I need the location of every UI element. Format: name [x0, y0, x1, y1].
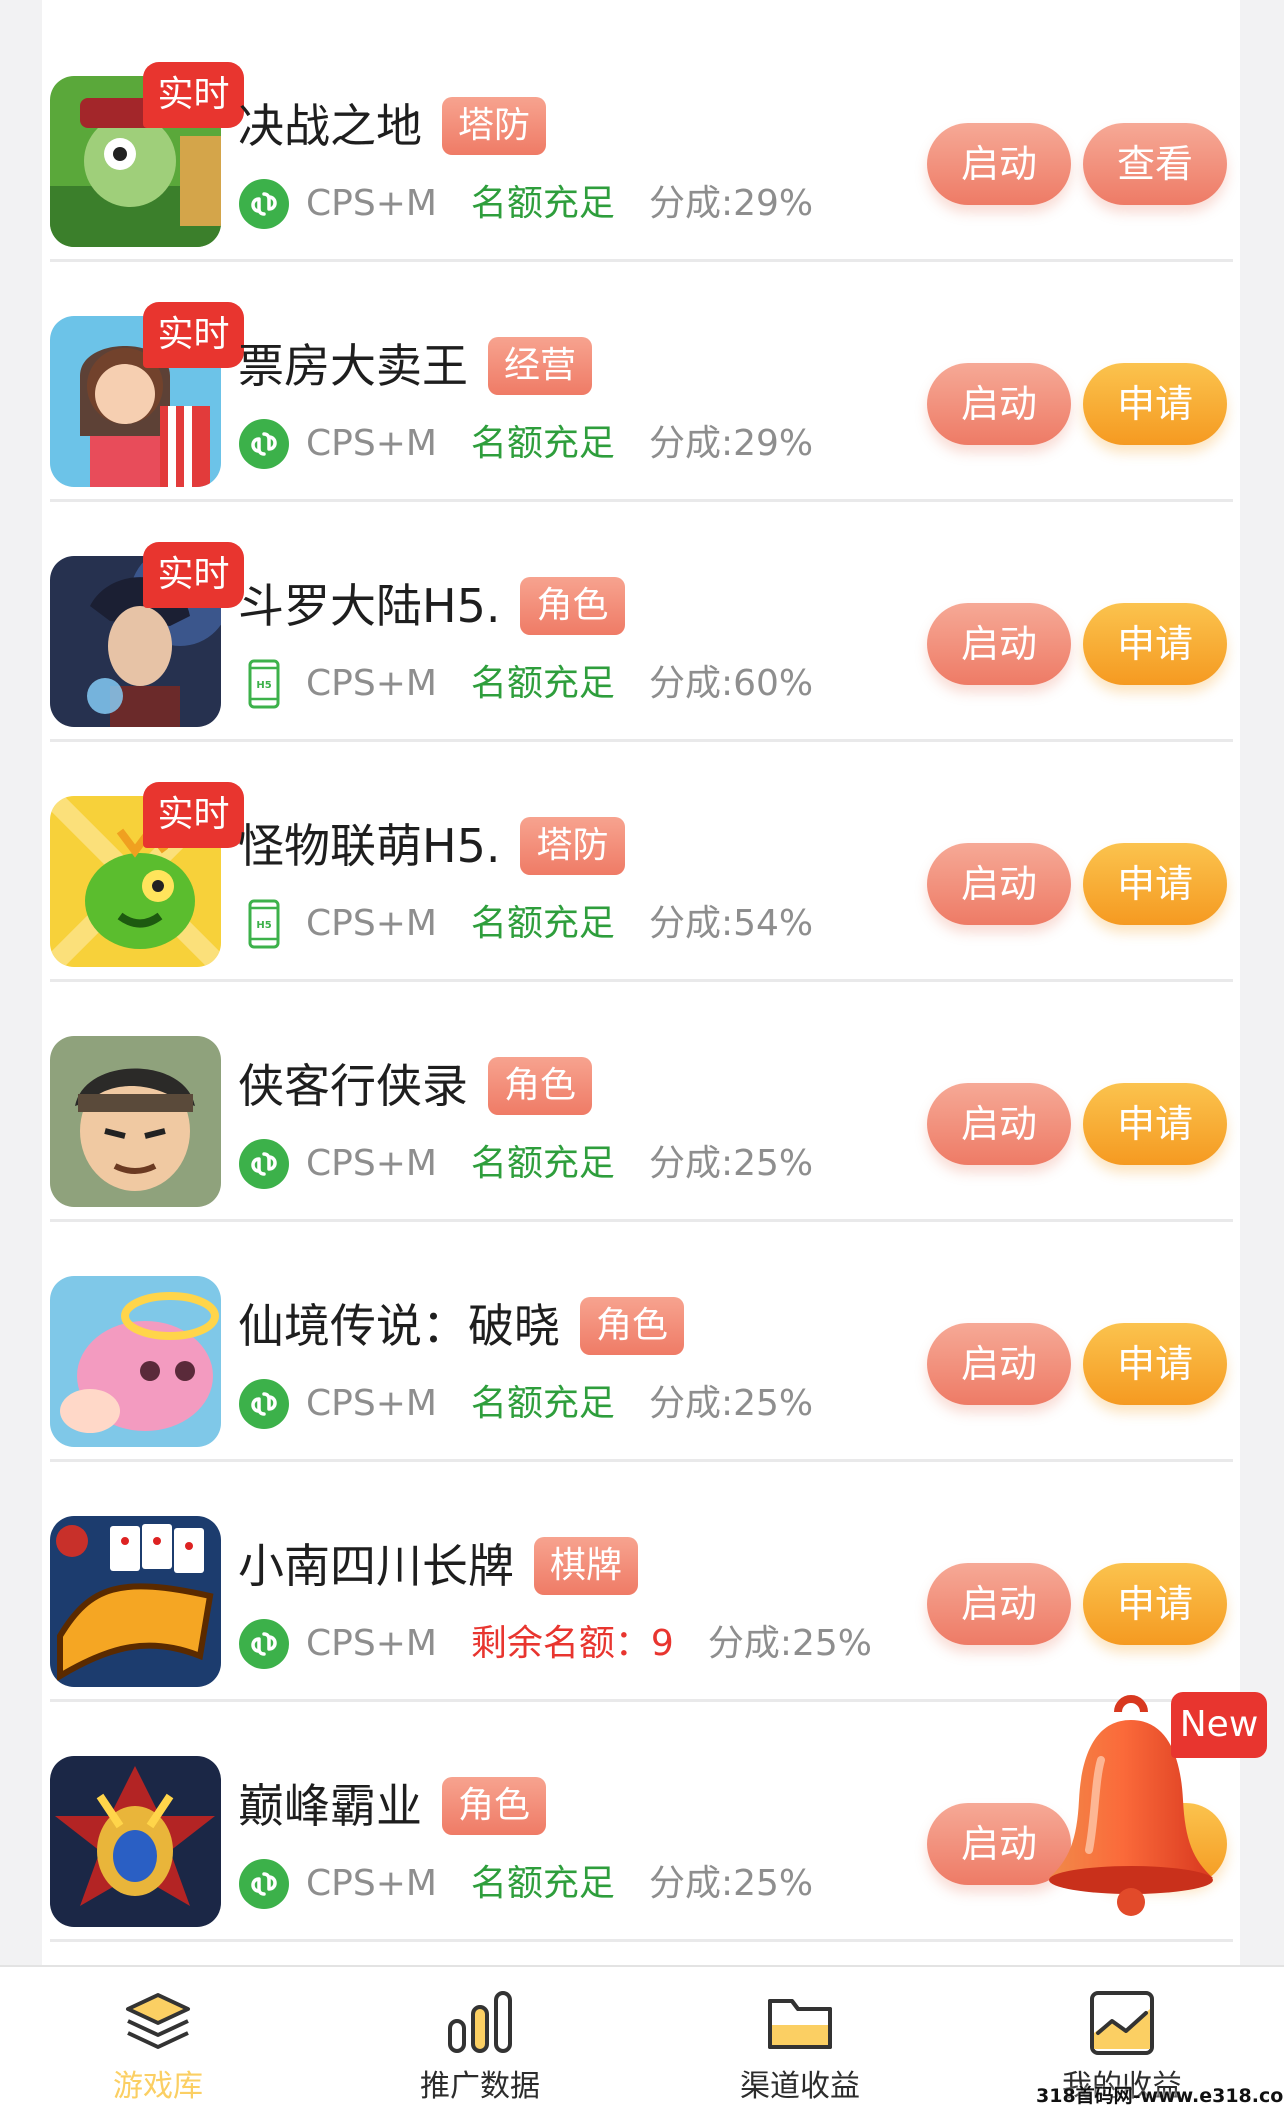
genre-tag: 塔防 [442, 97, 547, 155]
tab-game-library[interactable]: 游戏库 [58, 1967, 258, 2115]
game-row[interactable]: 实时 怪物联萌H5. 塔防 H5 CPS+M 名额充足 分成:54% 启动 申请 [50, 742, 1233, 982]
miniprogram-icon [238, 418, 290, 470]
revenue-share: 分成:54% [648, 903, 814, 944]
apply-button[interactable]: 申请 [1083, 363, 1227, 445]
game-row[interactable]: 小南四川长牌 棋牌 CPS+M 剩余名额：9 分成:25% 启动 申请 [50, 1462, 1233, 1702]
revenue-share: 分成:29% [648, 423, 814, 464]
new-badge: New [1171, 1692, 1267, 1758]
miniprogram-icon [238, 1858, 290, 1910]
bar-chart-icon [448, 1991, 512, 2053]
tab-label: 游戏库 [113, 2069, 203, 2104]
genre-tag: 角色 [442, 1777, 547, 1835]
cps-label: CPS+M [306, 1623, 437, 1664]
game-row[interactable]: 实时 斗罗大陆H5. 角色 H5 CPS+M 名额充足 分成:60% 启动 申请 [50, 502, 1233, 742]
quota-status: 名额充足 [470, 1143, 615, 1184]
cps-label: CPS+M [306, 183, 437, 224]
miniprogram-icon [238, 1618, 290, 1670]
revenue-share: 分成:25% [707, 1623, 872, 1664]
start-button[interactable]: 启动 [927, 363, 1071, 445]
revenue-share: 分成:25% [648, 1383, 814, 1424]
live-badge: 实时 [143, 782, 244, 848]
quota-status: 名额充足 [470, 903, 615, 944]
game-icon-xiake[interactable] [50, 1036, 221, 1207]
watermark-text: 318首码网-www.e318.com [1036, 2085, 1284, 2107]
start-button[interactable]: 启动 [927, 1563, 1071, 1645]
h5-phone-icon: H5 [238, 658, 290, 710]
apply-button[interactable]: 申请 [1083, 1323, 1227, 1405]
start-button[interactable]: 启动 [927, 603, 1071, 685]
genre-tag: 角色 [488, 1057, 593, 1115]
miniprogram-icon [238, 178, 290, 230]
quota-status: 名额充足 [470, 183, 615, 224]
game-row[interactable]: 实时 决战之地 塔防 CPS+M 名额充足 分成:29% 启动 查看 [50, 22, 1233, 262]
start-button[interactable]: 启动 [927, 1083, 1071, 1165]
genre-tag: 角色 [580, 1297, 685, 1355]
game-title: 票房大卖王 [238, 339, 468, 393]
game-title: 怪物联萌H5. [238, 819, 501, 873]
view-button[interactable]: 查看 [1083, 123, 1227, 205]
live-badge: 实时 [143, 542, 244, 608]
folder-icon [768, 1999, 832, 2049]
game-icon-dianfeng[interactable] [50, 1756, 221, 1927]
tab-label: 推广数据 [420, 2069, 540, 2104]
trend-chart-icon [1090, 1991, 1154, 2055]
cps-label: CPS+M [306, 1863, 437, 1904]
miniprogram-icon [238, 1378, 290, 1430]
genre-tag: 棋牌 [534, 1537, 639, 1595]
tab-promotion-data[interactable]: 推广数据 [380, 1967, 580, 2115]
game-list: 实时 决战之地 塔防 CPS+M 名额充足 分成:29% 启动 查看 实时 票房大卖王… [42, 0, 1240, 1965]
genre-tag: 塔防 [520, 817, 625, 875]
svg-text:H5: H5 [256, 680, 271, 691]
apply-button[interactable]: 申请 [1083, 1083, 1227, 1165]
quota-status: 剩余名额：9 [470, 1623, 674, 1664]
quota-status: 名额充足 [470, 663, 615, 704]
revenue-share: 分成:29% [648, 183, 814, 224]
cps-label: CPS+M [306, 903, 437, 944]
svg-text:H5: H5 [256, 920, 271, 931]
layers-icon [126, 1993, 190, 2049]
game-title: 决战之地 [238, 99, 422, 153]
apply-button[interactable]: 申请 [1083, 843, 1227, 925]
tab-label: 渠道收益 [740, 2069, 860, 2104]
cps-label: CPS+M [306, 1143, 437, 1184]
game-title: 侠客行侠录 [238, 1059, 468, 1113]
cps-label: CPS+M [306, 663, 437, 704]
genre-tag: 角色 [520, 577, 625, 635]
quota-status: 名额充足 [470, 423, 615, 464]
game-icon-ragnarok[interactable] [50, 1276, 221, 1447]
start-button[interactable]: 启动 [927, 1323, 1071, 1405]
apply-button[interactable]: 申请 [1083, 603, 1227, 685]
game-row[interactable]: 侠客行侠录 角色 CPS+M 名额充足 分成:25% 启动 申请 [50, 982, 1233, 1222]
genre-tag: 经营 [488, 337, 593, 395]
h5-phone-icon: H5 [238, 898, 290, 950]
game-icon-changpai[interactable] [50, 1516, 221, 1687]
game-title: 仙境传说：破晓 [238, 1299, 560, 1353]
quota-status: 名额充足 [470, 1383, 615, 1424]
revenue-share: 分成:25% [648, 1143, 814, 1184]
game-title: 斗罗大陆H5. [238, 579, 501, 633]
apply-button[interactable]: 申请 [1083, 1563, 1227, 1645]
miniprogram-icon [238, 1138, 290, 1190]
quota-status: 名额充足 [470, 1863, 615, 1904]
game-row[interactable]: 实时 票房大卖王 经营 CPS+M 名额充足 分成:29% 启动 申请 [50, 262, 1233, 502]
start-button[interactable]: 启动 [927, 123, 1071, 205]
tab-channel-revenue[interactable]: 渠道收益 [700, 1967, 900, 2115]
game-title: 巅峰霸业 [238, 1779, 422, 1833]
revenue-share: 分成:25% [648, 1863, 814, 1904]
game-title: 小南四川长牌 [238, 1539, 514, 1593]
cps-label: CPS+M [306, 423, 437, 464]
game-row[interactable]: 仙境传说：破晓 角色 CPS+M 名额充足 分成:25% 启动 申请 [50, 1222, 1233, 1462]
live-badge: 实时 [143, 302, 244, 368]
cps-label: CPS+M [306, 1383, 437, 1424]
start-button[interactable]: 启动 [927, 843, 1071, 925]
revenue-share: 分成:60% [648, 663, 814, 704]
live-badge: 实时 [143, 62, 244, 128]
